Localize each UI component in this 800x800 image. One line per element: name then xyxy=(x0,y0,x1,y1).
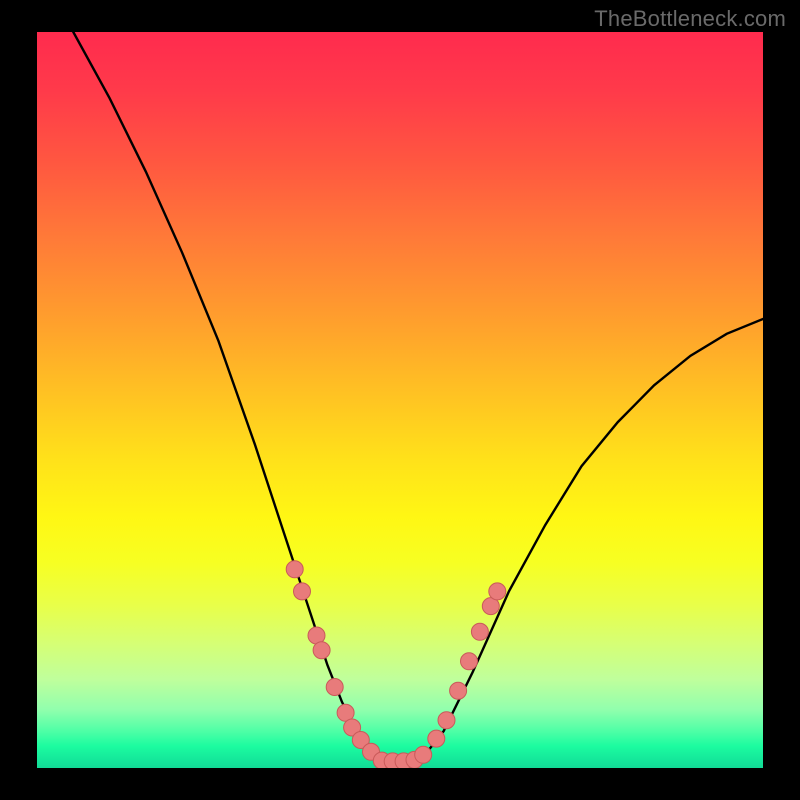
marker-right-markers-4 xyxy=(471,623,488,640)
marker-left-markers-0 xyxy=(286,561,303,578)
marker-left-markers-4 xyxy=(326,679,343,696)
attribution-watermark: TheBottleneck.com xyxy=(594,6,786,32)
marker-left-markers-3 xyxy=(313,642,330,659)
chart-svg xyxy=(37,32,763,768)
curve-markers xyxy=(286,561,506,768)
marker-bottom-markers-4 xyxy=(415,746,432,763)
marker-left-markers-1 xyxy=(294,583,311,600)
marker-right-markers-2 xyxy=(450,682,467,699)
marker-right-markers-0 xyxy=(428,730,445,747)
chart-frame: TheBottleneck.com xyxy=(0,0,800,800)
bottleneck-curve xyxy=(73,32,763,762)
marker-right-markers-6 xyxy=(489,583,506,600)
marker-right-markers-1 xyxy=(438,712,455,729)
marker-right-markers-3 xyxy=(461,653,478,670)
plot-area xyxy=(37,32,763,768)
